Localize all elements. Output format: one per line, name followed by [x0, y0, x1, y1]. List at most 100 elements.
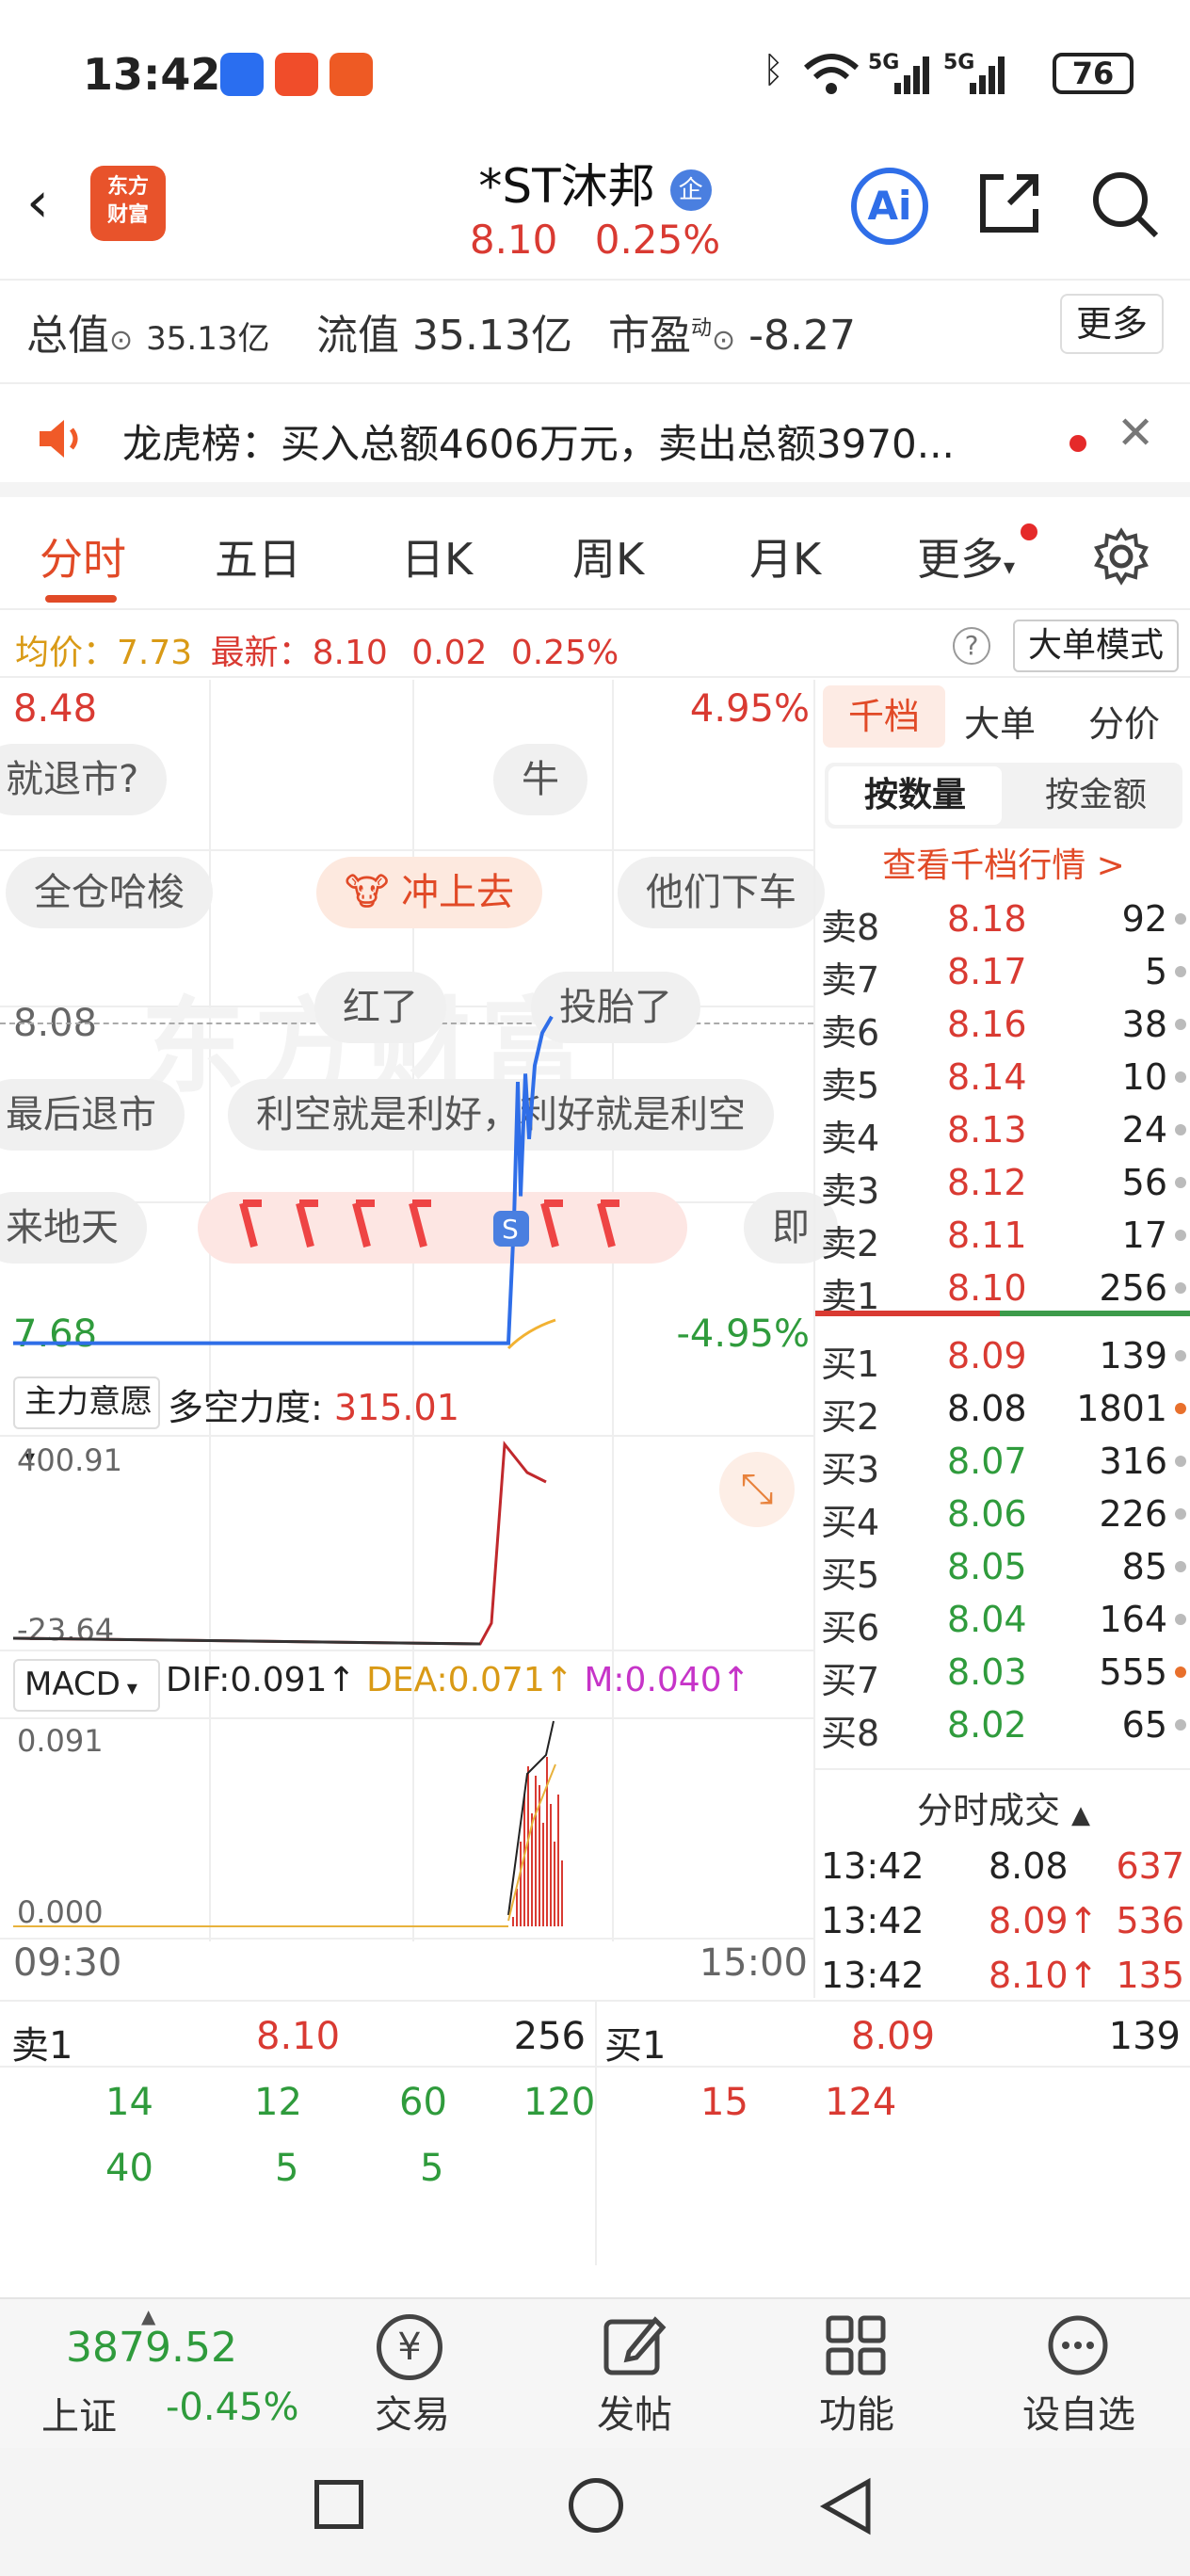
recent-apps-icon[interactable] [314, 2480, 363, 2529]
share-icon[interactable] [975, 169, 1043, 237]
bid-row[interactable]: 买3 8.07 316 [815, 1435, 1190, 1490]
tab-daily-k[interactable]: 日K [401, 525, 473, 588]
ask-row[interactable]: 卖3 8.12 56 [815, 1156, 1190, 1212]
order-dot-icon [1175, 1019, 1186, 1030]
indicator-name: 主力意愿 [24, 1383, 153, 1421]
macd-selector[interactable]: MACD ▾ [13, 1659, 160, 1712]
notice-text: 龙虎榜：买入总额4606万元，卖出总额3970... [122, 421, 955, 467]
ask-row[interactable]: 卖1 8.10 256 [815, 1262, 1190, 1317]
help-icon[interactable]: ? [953, 627, 990, 665]
indicator-selector[interactable]: 主力意愿 ▾ [13, 1377, 160, 1470]
bid-row[interactable]: 买4 8.06 226 [815, 1488, 1190, 1543]
index-name[interactable]: 上证 [41, 2386, 117, 2440]
sell-queue-volume: 12 [254, 2081, 302, 2124]
sell-queue-volume: 5 [420, 2147, 444, 2190]
latest-change-pct: 0.25% [510, 634, 619, 672]
tab-big-orders[interactable]: 大单 [964, 695, 1036, 747]
bid-row[interactable]: 买6 8.04 164 [815, 1593, 1190, 1649]
tab-price-distribution[interactable]: 分价 [1088, 695, 1160, 747]
back-triangle-icon[interactable] [817, 2476, 874, 2536]
macd-bar [554, 1842, 555, 1926]
macd-bar [561, 1860, 563, 1926]
nav-post[interactable]: 发帖 [559, 2384, 710, 2439]
unread-dot [1069, 435, 1086, 452]
buy-queue-volume: 15 [700, 2081, 748, 2124]
dragon-tiger-notice[interactable]: 龙虎榜：买入总额4606万元，卖出总额3970... ✕ [0, 384, 1190, 497]
stock-name: *ST沐邦 [478, 159, 655, 214]
grid-line [0, 1938, 813, 1940]
ai-assistant-button[interactable]: Ai [851, 168, 928, 245]
bid-volume: 85 [1121, 1546, 1167, 1587]
ask-price: 8.13 [947, 1109, 1027, 1151]
bid-volume: 65 [1121, 1704, 1167, 1746]
tab-thousand-levels[interactable]: 千档 [823, 685, 945, 748]
ask-row[interactable]: 卖5 8.14 10 [815, 1051, 1190, 1106]
macd-dif: DIF:0.091 [166, 1661, 328, 1699]
tab-more[interactable]: 更多▾ [917, 525, 1015, 588]
trade-time: 13:42 [821, 1900, 925, 1941]
bid-row[interactable]: 买7 8.03 555 [815, 1646, 1190, 1701]
total-value: 35.13亿 [146, 320, 270, 358]
ask-row[interactable]: 卖6 8.16 38 [815, 998, 1190, 1054]
nav-trade[interactable]: 交易 [337, 2384, 488, 2439]
quantity-amount-toggle: 按数量 按金额 [825, 763, 1182, 829]
ask-volume: 56 [1121, 1162, 1167, 1203]
time-start: 09:30 [13, 1941, 122, 1985]
bid-row[interactable]: 买2 8.08 1801 [815, 1382, 1190, 1438]
nav-function[interactable]: 功能 [781, 2384, 932, 2439]
ask-label: 卖2 [821, 1223, 880, 1264]
expand-icon[interactable]: ⤡ [719, 1452, 795, 1527]
search-icon[interactable] [1088, 168, 1162, 241]
nav-add-watchlist[interactable]: 设自选 [1004, 2384, 1154, 2439]
ask-row[interactable]: 卖4 8.13 24 [815, 1103, 1190, 1159]
clock: 13:42 [83, 49, 221, 100]
bid-row[interactable]: 买5 8.05 85 [815, 1540, 1190, 1596]
ask-row[interactable]: 卖7 8.17 5 [815, 945, 1190, 1001]
index-change[interactable]: -0.45% [166, 2386, 299, 2429]
ask-row[interactable]: 卖8 8.18 92 [815, 893, 1190, 948]
intraday-chart[interactable]: 东方财富 8.48 4.95% 8.08 7.68 -4.95% 就退市? 牛 … [0, 680, 838, 1998]
tab-five-day[interactable]: 五日 [215, 525, 301, 588]
function-grid-icon [826, 2315, 886, 2375]
tab-weekly-k[interactable]: 周K [572, 525, 644, 588]
order-dot-icon [1175, 1350, 1186, 1361]
sell-queue-volume: 14 [105, 2081, 153, 2124]
sell1-vol: 256 [513, 2015, 586, 2058]
bid-label: 买1 [821, 1344, 880, 1385]
bid-volume: 555 [1099, 1651, 1167, 1693]
home-icon[interactable] [569, 2478, 623, 2533]
bid-row[interactable]: 买1 8.09 139 [815, 1329, 1190, 1385]
toggle-by-quantity[interactable]: 按数量 [828, 766, 1002, 825]
order-dot-icon [1175, 1561, 1186, 1572]
pe-value: -8.27 [748, 312, 857, 360]
latest-value: 8.10 [312, 634, 388, 672]
ask-price: 8.10 [947, 1267, 1027, 1309]
signal-1-icon [894, 56, 929, 94]
time-end: 15:00 [699, 1941, 808, 1985]
ask-row[interactable]: 卖2 8.11 17 [815, 1209, 1190, 1264]
close-icon[interactable]: ✕ [1117, 407, 1154, 459]
avg-label: 均价： [15, 634, 118, 672]
toggle-by-amount[interactable]: 按金额 [1009, 766, 1182, 825]
indicator-1-line [12, 1441, 547, 1646]
bid-label: 买8 [821, 1713, 880, 1754]
tab-monthly-k[interactable]: 月K [749, 525, 821, 588]
float-market-value: 流值 35.13亿 [316, 301, 572, 362]
index-value[interactable]: 3879.52 [66, 2324, 237, 2372]
settings-gear-icon[interactable] [1092, 527, 1150, 586]
tab-intraday[interactable]: 分时 [40, 525, 126, 588]
bid-row[interactable]: 买8 8.02 65 [815, 1699, 1190, 1754]
trades-title-label: 分时成交 [916, 1790, 1060, 1831]
more-metrics-button[interactable]: 更多 [1060, 294, 1164, 354]
trades-title[interactable]: 分时成交 ▲ [815, 1781, 1190, 1833]
trade-volume: 637 [1116, 1845, 1184, 1887]
big-order-mode-button[interactable]: 大单模式 [1013, 620, 1179, 672]
ask-volume: 17 [1121, 1215, 1167, 1256]
bid-price: 8.06 [947, 1493, 1027, 1535]
pe-label: 市盈 [608, 312, 691, 360]
bid-volume: 1801 [1076, 1388, 1167, 1429]
bid-label: 买6 [821, 1607, 880, 1649]
avg-price: 均价：7.73 最新：8.10 0.02 0.25% [15, 625, 619, 674]
view-thousand-levels-link[interactable]: 查看千档行情 > [815, 838, 1190, 887]
buy-header: 买1 8.09 139 [597, 2002, 1190, 2068]
